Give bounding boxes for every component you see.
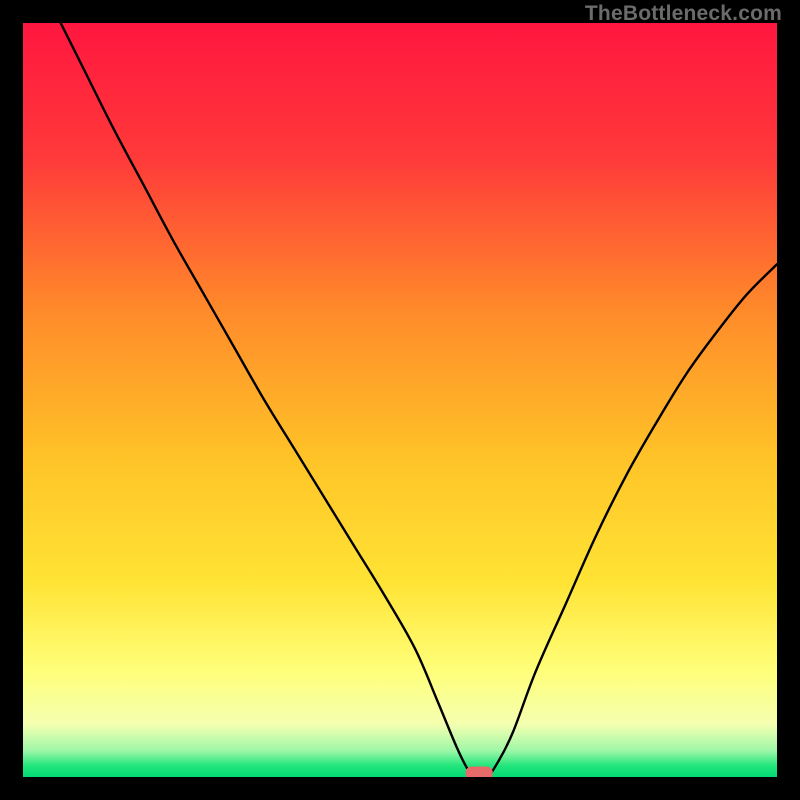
gradient-background — [23, 23, 777, 777]
chart-svg — [23, 23, 777, 777]
plot-area — [23, 23, 777, 777]
chart-stage: TheBottleneck.com — [0, 0, 800, 800]
optimal-point-marker — [466, 766, 493, 777]
